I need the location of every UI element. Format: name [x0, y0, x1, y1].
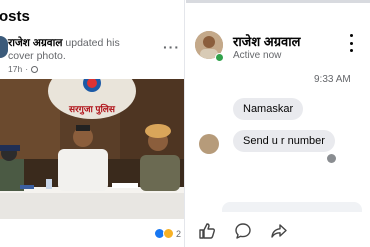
menu-dot	[350, 34, 353, 37]
message-actions	[186, 218, 370, 244]
feed-panel: osts राजेश अग्रवाल updated his cover pho…	[0, 0, 185, 247]
message-bubble[interactable]: Send u r number	[233, 130, 335, 152]
haha-reaction-icon	[163, 228, 174, 239]
avatar[interactable]	[0, 36, 8, 58]
message-timestamp: 9:33 AM	[314, 74, 351, 85]
section-title: osts	[0, 8, 30, 25]
message-composer[interactable]	[222, 202, 362, 212]
share-button[interactable]	[270, 222, 288, 240]
comment-button[interactable]	[234, 222, 252, 240]
divider	[186, 0, 370, 3]
post-header: राजेश अग्रवाल updated his cover photo.	[8, 37, 148, 63]
cover-photo-image: सरगुजा पुलिस	[0, 79, 184, 219]
dot-separator: ·	[25, 64, 29, 74]
more-options-button[interactable]: ···	[163, 39, 180, 55]
cover-sign-text: सरगुजा पुलिस	[68, 103, 116, 115]
globe-icon	[31, 65, 39, 73]
comment-icon	[235, 223, 251, 239]
reaction-count: 2	[176, 228, 182, 239]
seen-avatar-icon	[327, 154, 336, 163]
post-author-link[interactable]: राजेश अग्रवाल	[8, 37, 62, 49]
menu-dot	[350, 49, 353, 52]
like-button[interactable]	[198, 222, 216, 240]
cover-photo[interactable]: सरगुजा पुलिस	[0, 79, 184, 219]
avatar[interactable]	[199, 134, 219, 154]
online-status-indicator	[215, 53, 224, 62]
contact-name[interactable]: राजेश अग्रवाल	[233, 32, 300, 50]
reaction-summary[interactable]: 2	[154, 228, 181, 239]
chat-panel: राजेश अग्रवाल Active now 9:33 AM Namaska…	[186, 0, 370, 247]
message-bubble[interactable]: Namaskar	[233, 98, 304, 120]
active-status: Active now	[233, 50, 282, 61]
post-timestamp[interactable]: 17h ·	[8, 64, 39, 74]
menu-dot	[350, 41, 353, 45]
share-icon	[271, 224, 287, 238]
post-time-text: 17h	[8, 64, 23, 74]
like-icon	[199, 223, 215, 239]
chat-options-button[interactable]	[350, 34, 354, 52]
